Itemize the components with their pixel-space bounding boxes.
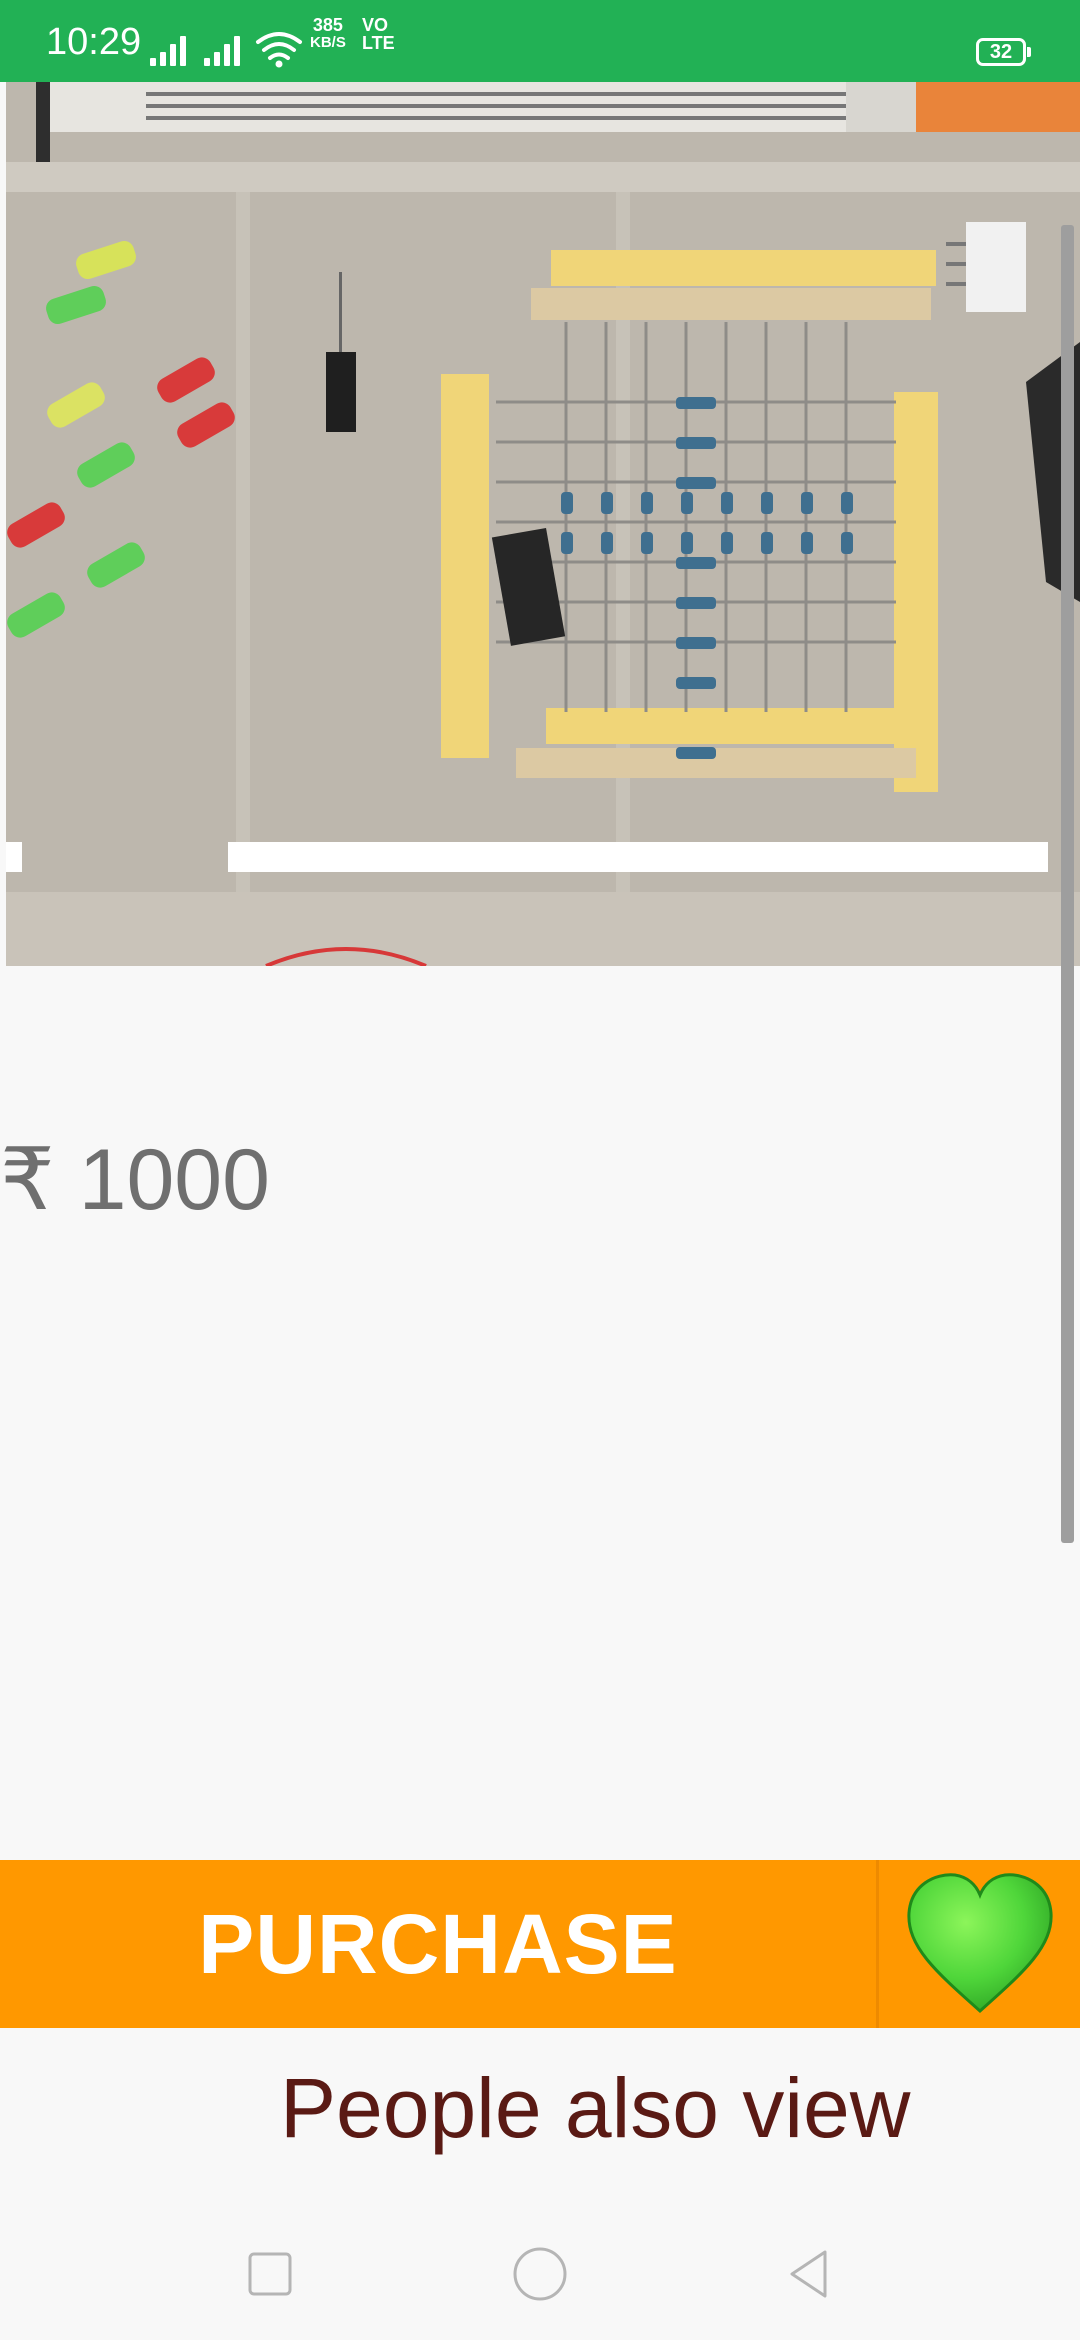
volte-indicator: VO LTE [362, 16, 395, 52]
status-time: 10:29 [46, 21, 142, 63]
network-speed: 385 KB/S [310, 16, 346, 52]
status-bar: 10:29 385 KB/S VO LTE 32 [0, 0, 1080, 82]
signal-wifi-icons [150, 32, 302, 68]
navigation-bar [0, 2200, 1080, 2340]
square-icon[interactable] [240, 2244, 300, 2304]
purchase-button[interactable]: PURCHASE [0, 1860, 876, 2028]
people-also-view-heading: People also view [280, 2061, 911, 2155]
triangle-back-icon[interactable] [780, 2244, 840, 2304]
wifi-icon [256, 32, 302, 60]
scrollbar[interactable] [1061, 225, 1074, 1543]
wishlist-button[interactable] [879, 1860, 1080, 2028]
product-detail-screen: 10:29 385 KB/S VO LTE 32 ₹ 1000 PURCHASE… [0, 0, 1080, 2340]
green-heart-icon [906, 1873, 1053, 2014]
circle-icon[interactable] [510, 2244, 570, 2304]
battery-icon: 32 [976, 38, 1031, 66]
volte-line2: LTE [362, 33, 395, 53]
signal-icon [204, 36, 240, 66]
volte-line1: VO [362, 15, 389, 35]
product-photo [6, 82, 1080, 966]
signal-icon [150, 36, 186, 66]
network-speed-unit: KB/S [310, 34, 346, 51]
network-speed-value: 385 [312, 15, 343, 35]
product-image[interactable] [6, 82, 1080, 966]
product-price: ₹ 1000 [0, 1132, 270, 1228]
purchase-bar: PURCHASE [0, 1860, 1080, 2028]
